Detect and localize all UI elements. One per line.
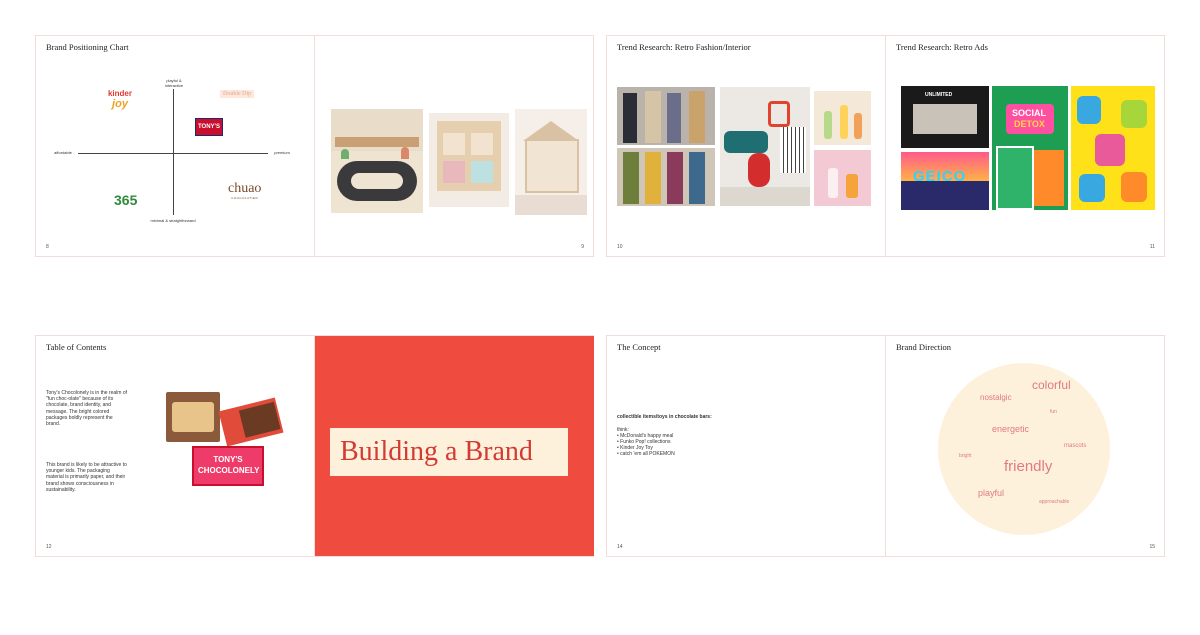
page-9: 9 [315,36,594,256]
retro-ad-yellow-letters-photo [1071,86,1155,210]
chuao-logo: chuao CHOCOLATIER [228,181,262,201]
tonys-logo: TONY'S [195,118,223,136]
page-number: 10 [617,244,623,250]
page-title: Brand Positioning Chart [46,42,129,52]
retro-interior-photo [720,87,810,206]
word-playful: playful [978,488,1005,498]
spread-trend-research[interactable]: Trend Research: Retro Fashion/Interior 1… [606,35,1165,257]
word-bright: bright [959,453,972,459]
page-15: Brand Direction colorful nostalgic fun e… [886,336,1165,556]
page-number: 15 [1149,544,1155,550]
page-number: 14 [617,544,623,550]
word-colorful: colorful [1032,378,1071,392]
dollhouse-photo [429,113,509,207]
word-energetic: energetic [992,424,1030,434]
flowers-photo-top [814,91,871,145]
word-approachable: approachable [1039,499,1070,505]
page-title: Trend Research: Retro Fashion/Interior [617,42,751,52]
page-title: Table of Contents [46,342,107,352]
fashion-photo-top [617,87,715,145]
page-13: Building a Brand [315,336,594,556]
double-dip-logo: Double Dip [220,90,255,98]
page-11: Trend Research: Retro Ads UNLIMITED GEIC… [886,36,1165,256]
tonys-package-photo: TONY'S CHOCOLONELY [192,446,264,486]
axis-label-right: premium [274,150,290,155]
concept-bullet: • catch 'em all POKEMON [617,451,675,457]
page-number: 9 [581,244,584,250]
spread-concept[interactable]: The Concept collectible items/toys in ch… [606,335,1165,557]
page-title: Brand Direction [896,342,951,352]
spread-table-of-contents[interactable]: Table of Contents Tony's Chocolonely is … [35,335,594,557]
page-title: Trend Research: Retro Ads [896,42,988,52]
page-14: The Concept collectible items/toys in ch… [607,336,886,556]
page-number: 11 [1149,244,1155,250]
fashion-photo-bottom [617,148,715,206]
spread-brand-positioning[interactable]: Brand Positioning Chart playful & intera… [35,35,594,257]
horizontal-axis [78,153,268,154]
axis-label-bottom: minimal & straightforward [150,218,196,223]
page-number: 12 [46,544,52,550]
word-nostalgic: nostalgic [980,393,1012,402]
word-mascots: mascots [1064,443,1087,449]
flowers-photo-bottom [814,150,871,206]
body-paragraph-1: Tony's Chocolonely is in the realm of "f… [46,390,127,428]
wooden-house-photo [515,109,587,215]
toy-town-photo [331,109,423,213]
page-title: The Concept [617,342,661,352]
vertical-axis [173,89,174,215]
retro-ad-stage-photo: UNLIMITED [901,86,989,148]
retro-ad-social-detox-photo: SOCIAL DETOX [992,86,1068,210]
body-paragraph-2: This brand is likely to be attractive to… [46,462,127,493]
word-fun: fun [1050,409,1057,415]
axis-label-top: playful & interactive [164,78,184,88]
word-cloud-circle [938,363,1110,535]
page-8: Brand Positioning Chart playful & intera… [36,36,315,256]
concept-heading: collectible items/toys in chocolate bars… [617,414,712,420]
page-10: Trend Research: Retro Fashion/Interior 1… [607,36,886,256]
chocolate-box-photo [166,392,220,442]
kinder-logo: kinder joy [107,89,132,111]
page-12: Table of Contents Tony's Chocolonely is … [36,336,315,556]
365-logo: 365 [114,192,138,208]
word-friendly: friendly [1004,458,1053,475]
headline-text: Building a Brand [340,436,533,467]
page-number: 8 [46,244,49,250]
axis-label-left: affordable [54,150,72,155]
tonys-bar-open-photo [218,397,284,447]
retro-ad-geico-photo: GEICO [901,152,989,210]
